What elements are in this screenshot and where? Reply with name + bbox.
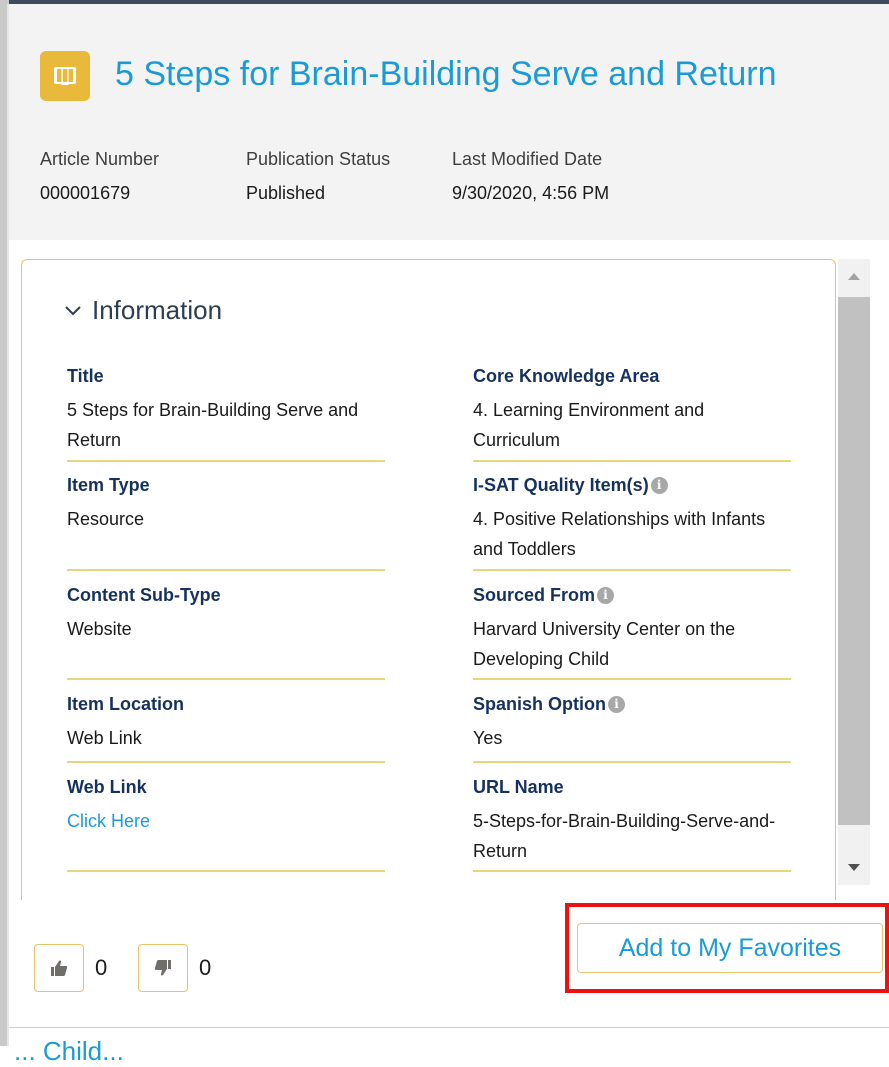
field-divider	[473, 870, 791, 872]
bottom-divider	[9, 1027, 889, 1028]
field-divider	[473, 761, 791, 763]
field-label: I-SAT Quality Item(s) i	[473, 472, 791, 498]
field-label: Web Link	[67, 777, 147, 797]
field-label: Content Sub-Type	[67, 585, 221, 605]
field-value: Yes	[473, 728, 503, 748]
field-value: Resource	[67, 509, 145, 529]
field-isat-quality-items: I-SAT Quality Item(s) i 4. Positive Rela…	[473, 472, 791, 571]
meta-label: Last Modified Date	[452, 149, 603, 169]
meta-value: 9/30/2020, 4:56 PM	[452, 183, 610, 203]
field-label: Item Location	[67, 694, 185, 714]
field-divider	[473, 569, 791, 571]
meta-publication-status: Publication Status Published	[246, 142, 390, 210]
meta-value: Published	[246, 183, 326, 203]
field-value: Harvard University Center on the Develop…	[473, 619, 736, 669]
field-divider	[473, 678, 791, 680]
field-label-text: Spanish Option	[473, 694, 606, 714]
field-label-text: I-SAT Quality Item(s)	[473, 475, 649, 495]
scroll-thumb[interactable]	[838, 297, 870, 825]
cutoff-link-text[interactable]: ... Child...	[14, 1036, 124, 1067]
meta-label: Article Number	[40, 149, 160, 169]
field-divider	[67, 569, 385, 571]
meta-label: Publication Status	[246, 149, 391, 169]
add-to-favorites-button[interactable]: Add to My Favorites	[577, 923, 883, 973]
field-label: URL Name	[473, 777, 564, 797]
web-link[interactable]: Click Here	[67, 806, 385, 836]
field-value: 4. Positive Relationships with Infants a…	[473, 509, 766, 559]
knowledge-book-icon	[40, 51, 90, 101]
field-url-name: URL Name 5-Steps-for-Brain-Building-Serv…	[473, 774, 791, 872]
field-divider	[67, 870, 385, 872]
meta-value: 000001679	[40, 183, 131, 203]
field-label: Core Knowledge Area	[473, 366, 660, 386]
field-divider	[473, 460, 791, 462]
field-label: Title	[67, 366, 104, 386]
thumbs-up-icon	[51, 960, 68, 976]
field-value: 5-Steps-for-Brain-Building-Serve-and-Ret…	[473, 811, 776, 861]
field-label: Spanish Option i	[473, 691, 791, 717]
thumbs-down-count: 0	[199, 955, 212, 980]
section-title: Information	[92, 295, 223, 325]
scroll-up-arrow-icon[interactable]	[838, 259, 870, 293]
info-icon[interactable]: i	[597, 586, 615, 604]
scroll-down-arrow-icon[interactable]	[838, 851, 870, 885]
field-label: Item Type	[67, 475, 150, 495]
field-value: Web Link	[67, 728, 142, 748]
field-sourced-from: Sourced From i Harvard University Center…	[473, 582, 791, 680]
thumbs-down-icon	[154, 960, 171, 976]
field-spanish-option: Spanish Option i Yes	[473, 691, 791, 763]
info-icon[interactable]: i	[650, 476, 668, 494]
info-scrollbar[interactable]	[838, 259, 870, 885]
article-title: 5 Steps for Brain-Building Serve and Ret…	[115, 55, 777, 93]
field-item-type: Item Type Resource	[67, 472, 385, 571]
left-panel-border	[0, 0, 9, 1046]
article-header: 5 Steps for Brain-Building Serve and Ret…	[9, 4, 889, 240]
field-label-text: Sourced From	[473, 585, 596, 605]
meta-last-modified: Last Modified Date 9/30/2020, 4:56 PM	[452, 142, 609, 210]
meta-article-number: Article Number 000001679	[40, 142, 159, 210]
thumbs-up-count: 0	[95, 955, 108, 980]
field-web-link: Web Link Click Here	[67, 774, 385, 872]
thumbs-down-button[interactable]	[138, 944, 188, 992]
field-divider	[67, 761, 385, 763]
field-divider	[67, 460, 385, 462]
field-content-sub-type: Content Sub-Type Website	[67, 582, 385, 680]
information-section-toggle[interactable]: Information	[64, 295, 222, 326]
chevron-down-icon	[65, 305, 81, 315]
field-divider	[67, 678, 385, 680]
field-label: Sourced From i	[473, 582, 791, 608]
information-card: Information Title 5 Steps for Brain-Buil…	[21, 259, 836, 900]
thumbs-up-button[interactable]	[34, 944, 84, 992]
field-core-knowledge-area: Core Knowledge Area 4. Learning Environm…	[473, 363, 791, 462]
field-value: Website	[67, 619, 132, 639]
field-value: 4. Learning Environment and Curriculum	[473, 400, 705, 450]
field-title: Title 5 Steps for Brain-Building Serve a…	[67, 363, 385, 462]
field-item-location: Item Location Web Link	[67, 691, 385, 763]
field-value: 5 Steps for Brain-Building Serve and Ret…	[67, 400, 359, 450]
info-icon[interactable]: i	[608, 695, 625, 713]
